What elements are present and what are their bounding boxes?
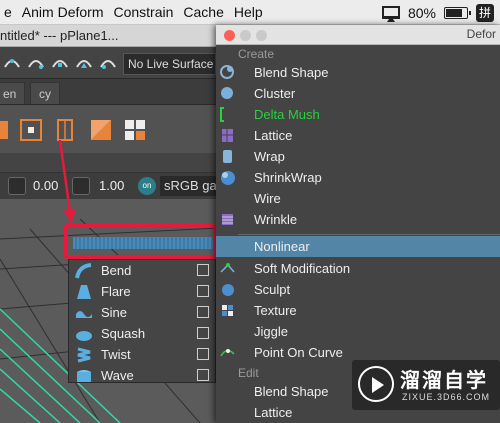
bend-options-box[interactable] [197,264,209,276]
menu-item-wrinkle[interactable]: Wrinkle [216,209,500,230]
menu-item-e[interactable]: e [0,4,22,20]
maya-title-bar: ntitled* --- pPlane1... [0,25,216,47]
sine-options-box[interactable] [197,306,209,318]
wave-options-box[interactable] [197,369,209,381]
shelf-lattice-icon[interactable] [52,117,78,143]
menu-item-shrinkwrap[interactable]: ShrinkWrap [216,167,500,188]
submenu-item-flare[interactable]: Flare [69,281,215,302]
shrinkwrap-icon [219,169,236,186]
edit-section-header: Edit [238,366,259,380]
shelf-grid-icon[interactable] [122,117,148,143]
menu-item-soft-modification[interactable]: Soft Modification [216,258,500,279]
airplay-icon[interactable] [381,6,400,22]
submenu-item-wave[interactable]: Wave [69,365,215,386]
live-surface-dropdown[interactable]: No Live Surface [123,53,216,75]
snap-view-icon[interactable] [50,53,70,73]
menu-item-wire[interactable]: Wire [216,188,500,209]
shelf-cluster-icon[interactable] [18,117,44,143]
flare-options-box[interactable] [197,285,209,297]
wrinkle-icon [219,211,236,228]
soft-modification-icon [219,260,236,277]
close-window-icon[interactable] [224,30,235,41]
wrap-icon [219,148,236,165]
sine-icon [75,304,93,322]
submenu-item-sine[interactable]: Sine [69,302,215,323]
submenu-item-bend[interactable]: Bend [69,260,215,281]
twist-options-box[interactable] [197,348,209,360]
status-area: 80% 拼 [381,0,500,25]
watermark: 溜溜自学 ZIXUE.3D66.COM [352,360,500,410]
delta-mush-icon [219,106,236,123]
snap-curve-icon[interactable] [2,53,22,73]
squash-options-box[interactable] [197,327,209,339]
screen: e Anim Deform Constrain Cache Help 80% 拼… [0,0,500,423]
shelf-orange-icon[interactable] [0,117,12,143]
submenu-item-squash[interactable]: Squash [69,323,215,344]
shelf-tab-en[interactable]: en [0,82,26,104]
deform-window-title: Defor [466,27,496,41]
deform-window-title-bar: Defor [216,25,500,45]
shelf [0,105,216,153]
cluster-icon [219,85,236,102]
exposure-icon[interactable] [8,177,26,195]
point-on-curve-icon [219,344,236,361]
input-method-icon[interactable]: 拼 [476,3,494,22]
menu-item-cluster[interactable]: Cluster [216,83,500,104]
flare-icon [75,283,93,301]
twist-icon [75,346,93,364]
nonlinear-submenu: Bend Flare Sine Squash Twist Wave [68,259,216,383]
bend-icon [75,262,93,280]
squash-icon [75,325,93,343]
submenu-item-twist[interactable]: Twist [69,344,215,365]
shelf-tabs: en cy [0,79,216,105]
menu-separator [238,234,500,235]
shelf-tab-cy[interactable]: cy [30,82,60,104]
menu-item-anim-deform[interactable]: Anim Deform [22,4,114,20]
colorspace-dropdown[interactable]: sRGB gar [160,176,216,196]
minimize-window-icon[interactable] [240,30,251,41]
battery-icon[interactable] [444,6,471,19]
snap-point-icon[interactable] [26,53,46,73]
menu-item-sculpt[interactable]: Sculpt [216,279,500,300]
create-section-header: Create [238,47,275,61]
menu-item-texture[interactable]: Texture [216,300,500,321]
battery-percent: 80% [407,4,436,21]
texture-icon [219,302,236,319]
window-title: ntitled* --- pPlane1... [0,28,119,43]
snap-live-icon[interactable] [98,53,118,73]
zoom-window-icon[interactable] [256,30,267,41]
menu-item-blend-shape[interactable]: Blend Shape [216,62,500,83]
sculpt-icon [219,281,236,298]
shelf-wrap-icon[interactable] [88,117,114,143]
menu-item-delta-mush[interactable]: Delta Mush [216,104,500,125]
blend-shape-icon [219,64,236,81]
wave-icon [75,367,93,385]
panel-menu-bar [0,153,216,173]
menu-bar: e Anim Deform Constrain Cache Help 80% 拼 [0,0,500,25]
color-management-icon[interactable]: on [138,177,156,195]
menu-item-lattice[interactable]: Lattice [216,125,500,146]
menu-item-jiggle[interactable]: Jiggle [216,321,500,342]
menu-item-nonlinear[interactable]: Nonlinear [216,236,500,257]
annotation-highlight-box [64,224,218,259]
play-logo-icon [358,366,394,402]
snap-surface-icon[interactable] [74,53,94,73]
menu-item-wrap[interactable]: Wrap [216,146,500,167]
lattice-icon [219,127,236,144]
menu-item-constrain[interactable]: Constrain [113,4,183,20]
exposure-value[interactable]: 0.00 [33,177,58,195]
gamma-icon[interactable] [72,177,90,195]
menu-item-help[interactable]: Help [234,4,273,20]
gamma-value[interactable]: 1.00 [99,177,124,195]
menu-item-cache[interactable]: Cache [183,4,233,20]
